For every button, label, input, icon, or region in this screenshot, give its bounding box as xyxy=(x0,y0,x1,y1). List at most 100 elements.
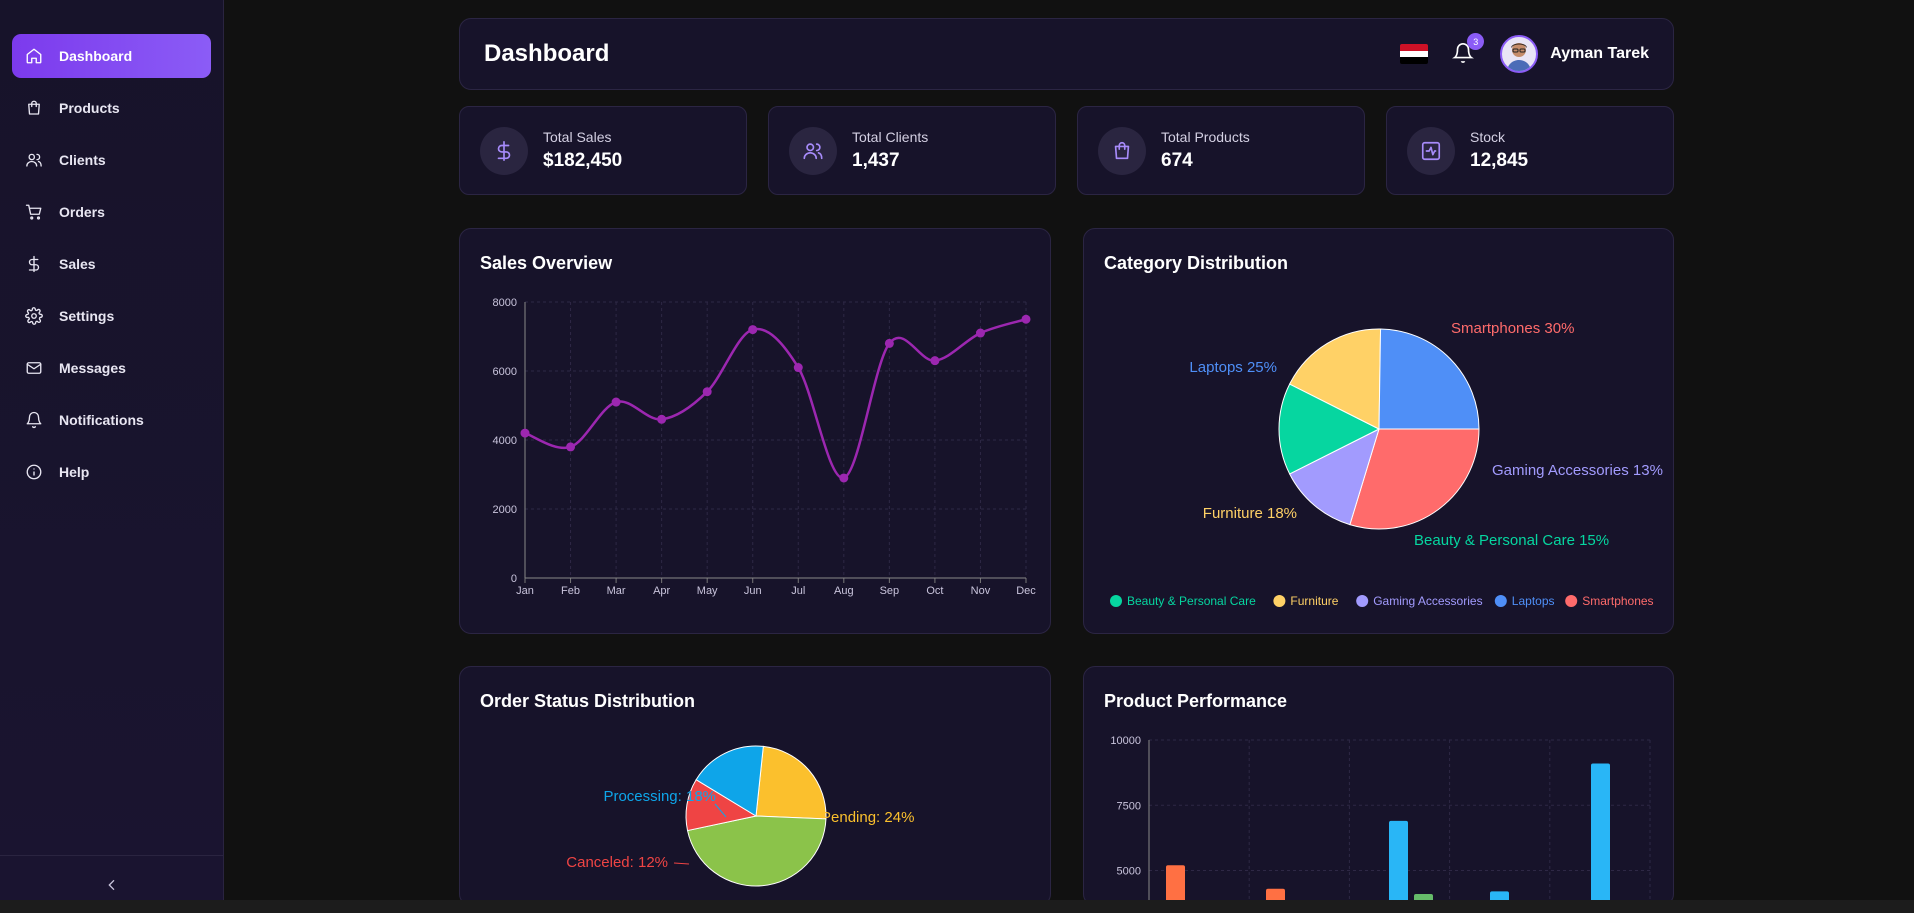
stat-label: Total Clients xyxy=(852,129,929,145)
home-icon xyxy=(24,46,44,66)
pie-slice-label: Pending: 24% xyxy=(821,809,914,826)
sidebar-item-label: Orders xyxy=(59,204,105,220)
pie-slice-label: Beauty & Personal Care 15% xyxy=(1414,532,1609,549)
pie-slice-label: Gaming Accessories 13% xyxy=(1492,462,1663,479)
pie-slice-label: Processing: 18% xyxy=(603,788,716,805)
stat-value: 12,845 xyxy=(1470,150,1529,171)
y-tick-label: 10000 xyxy=(1110,735,1141,747)
data-point xyxy=(520,428,530,438)
sidebar-item-label: Help xyxy=(59,464,90,480)
pie-slice-label: Smartphones 30% xyxy=(1451,320,1574,337)
sidebar-item-label: Notifications xyxy=(59,412,144,428)
users-icon xyxy=(24,150,44,170)
sidebar-item-products[interactable]: Products xyxy=(12,86,211,130)
sidebar-item-clients[interactable]: Clients xyxy=(12,138,211,182)
gear-icon xyxy=(24,306,44,326)
sidebar-item-label: Dashboard xyxy=(59,48,133,64)
data-point xyxy=(611,397,621,407)
legend-label: Gaming Accessories xyxy=(1373,594,1482,608)
legend-label: Smartphones xyxy=(1582,594,1653,608)
page-title: Dashboard xyxy=(484,40,610,67)
language-flag-icon[interactable] xyxy=(1400,44,1429,64)
legend-swatch xyxy=(1110,595,1122,607)
x-tick-label: Aug xyxy=(834,585,854,597)
y-tick-label: 7500 xyxy=(1117,800,1141,812)
bar xyxy=(1591,763,1610,905)
bag-icon xyxy=(24,98,44,118)
x-tick-label: Jun xyxy=(744,585,762,597)
sidebar-item-dashboard[interactable]: Dashboard xyxy=(12,34,211,78)
user-name[interactable]: Ayman Tarek xyxy=(1550,45,1649,63)
sidebar-item-messages[interactable]: Messages xyxy=(12,346,211,390)
stat-label: Total Products xyxy=(1161,129,1250,145)
data-point xyxy=(839,473,849,483)
data-point xyxy=(1021,314,1031,324)
sidebar-item-settings[interactable]: Settings xyxy=(12,294,211,338)
stat-value: $182,450 xyxy=(543,150,623,171)
legend-label: Furniture xyxy=(1290,594,1338,608)
legend-swatch xyxy=(1273,595,1286,607)
cart-icon xyxy=(24,202,44,222)
pie-slice-label: Laptops 25% xyxy=(1189,359,1277,376)
y-tick-label: 4000 xyxy=(493,435,517,447)
product-performance-panel: Product Performance 5000 7500 10000 xyxy=(1083,666,1674,906)
pie-slice-label: Canceled: 12% xyxy=(566,854,668,871)
bag-icon xyxy=(1098,126,1146,175)
avatar[interactable] xyxy=(1500,35,1539,73)
sales-line-chart: Jan Feb Mar Apr May Jun Jul Aug Sep Oct Nov Dec 0 200… xyxy=(493,297,1037,597)
data-point xyxy=(930,356,940,366)
data-point xyxy=(975,328,985,338)
y-tick-label: 5000 xyxy=(1117,866,1141,878)
category-distribution-panel: Category Distribution Smartphones 30% Gam… xyxy=(1083,228,1674,634)
sidebar-item-sales[interactable]: Sales xyxy=(12,242,211,286)
sidebar-item-help[interactable]: Help xyxy=(12,450,211,494)
category-pie-chart: Smartphones 30% Gaming Accessories 13% Bea… xyxy=(1110,320,1663,608)
stat-card-stock: Stock 12,845 xyxy=(1386,106,1674,195)
bell-icon xyxy=(24,410,44,430)
data-point xyxy=(748,325,758,335)
sales-overview-panel: Sales Overview Jan Feb Mar Apr May Jun Jul Aug S… xyxy=(459,228,1051,634)
data-point xyxy=(793,363,803,373)
y-tick-label: 6000 xyxy=(493,366,517,378)
pie-label-leader xyxy=(673,862,690,865)
order-status-pie-chart: Pending: 24% Canceled: 12% Processing: 18% xyxy=(566,745,914,887)
sidebar-item-label: Settings xyxy=(59,308,115,324)
chevron-left-icon xyxy=(107,879,114,890)
pie-slice xyxy=(1378,328,1480,430)
sales-series-line xyxy=(524,318,1027,480)
x-tick-label: May xyxy=(697,585,718,597)
sidebar-nav: Dashboard Products Clients Orders Sales Setti… xyxy=(0,0,223,494)
stat-card-total-products: Total Products 674 xyxy=(1077,106,1365,195)
legend-swatch xyxy=(1565,595,1578,607)
stat-label: Stock xyxy=(1470,129,1506,145)
x-tick-label: Jan xyxy=(516,585,534,597)
x-tick-label: Feb xyxy=(561,585,580,597)
sidebar-item-label: Products xyxy=(59,100,120,116)
x-tick-label: Nov xyxy=(971,585,991,597)
dollar-icon xyxy=(480,126,528,175)
legend-swatch xyxy=(1494,595,1507,607)
os-taskbar xyxy=(0,900,1914,913)
info-icon xyxy=(24,462,44,482)
top-header: Dashboard 3 Ayman Tarek xyxy=(459,18,1674,90)
legend-label: Beauty & Personal Care xyxy=(1127,594,1256,608)
product-bar-chart: 5000 7500 10000 xyxy=(1110,735,1651,905)
x-tick-label: Dec xyxy=(1016,585,1036,597)
activity-icon xyxy=(1407,126,1455,175)
stat-value: 1,437 xyxy=(852,150,900,171)
notifications-button[interactable]: 3 xyxy=(1452,33,1485,66)
x-tick-label: Apr xyxy=(653,585,670,597)
data-point xyxy=(884,338,894,348)
legend-swatch xyxy=(1356,595,1369,607)
legend-label: Laptops xyxy=(1512,594,1555,608)
sidebar-item-label: Sales xyxy=(59,256,96,272)
sidebar-item-notifications[interactable]: Notifications xyxy=(12,398,211,442)
stat-label: Total Sales xyxy=(543,129,612,145)
y-tick-label: 8000 xyxy=(493,297,517,309)
stat-card-total-sales: Total Sales $182,450 xyxy=(459,106,747,195)
data-point xyxy=(702,387,712,397)
stat-card-total-clients: Total Clients 1,437 xyxy=(768,106,1056,195)
sidebar: Dashboard Products Clients Orders Sales Setti… xyxy=(0,0,224,913)
sidebar-item-orders[interactable]: Orders xyxy=(12,190,211,234)
dollar-icon xyxy=(24,254,44,274)
